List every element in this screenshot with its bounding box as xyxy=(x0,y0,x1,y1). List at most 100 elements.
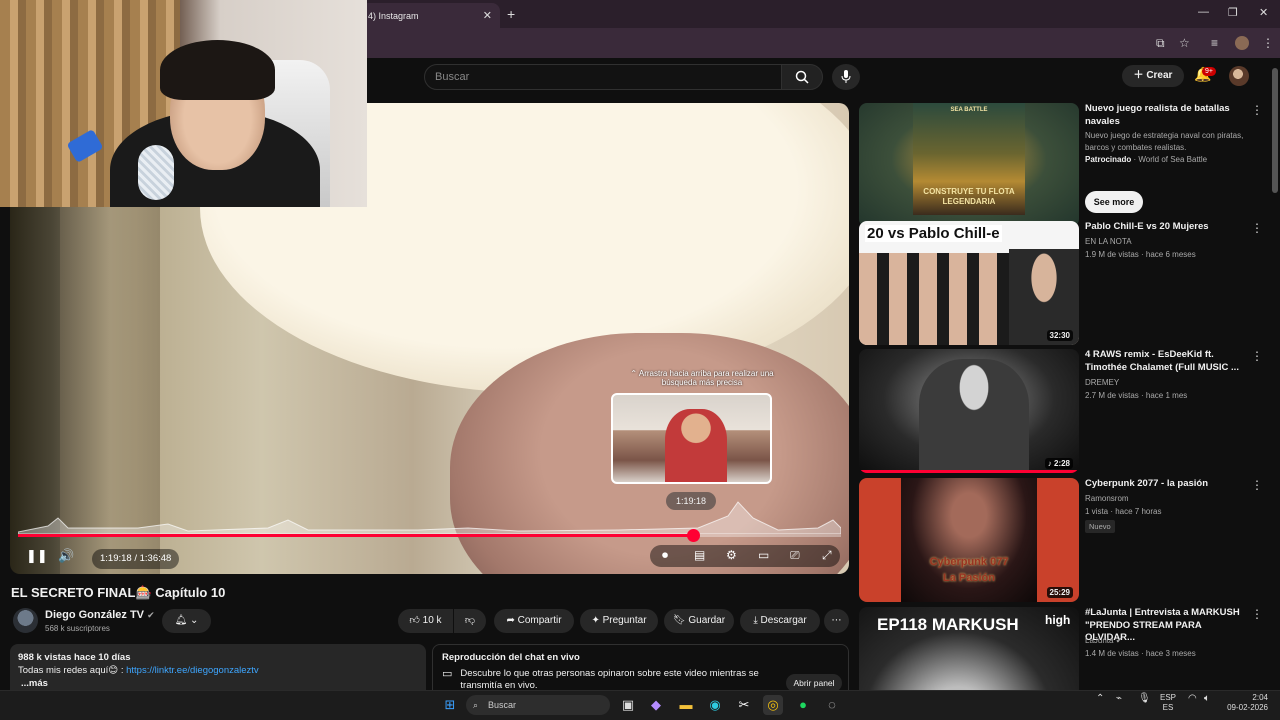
verified-icon: ✔ xyxy=(147,610,155,620)
page-scrollbar[interactable] xyxy=(1270,58,1280,690)
seek-preview-thumbnail xyxy=(611,393,772,484)
media-control-icon[interactable]: ≡ xyxy=(1211,36,1218,50)
close-window-button[interactable]: ✕ xyxy=(1259,6,1268,19)
share-button[interactable]: ➦ Compartir xyxy=(494,609,574,633)
linktree-link[interactable]: https://linktr.ee/diegogonzaleztv xyxy=(126,665,259,676)
profile-avatar-icon[interactable] xyxy=(1235,36,1249,50)
subscribe-bell-button[interactable]: 🔔︎ ⌄ xyxy=(162,609,211,633)
clock[interactable]: 2:04 09-02-2026 xyxy=(1224,693,1268,713)
duration-badge: 25:29 xyxy=(1046,587,1073,598)
rec-thumbnail[interactable]: 20 vs Pablo Chill-e 32:30 xyxy=(859,221,1079,345)
taskbar-search[interactable]: ⌕ Buscar xyxy=(466,695,610,715)
rec-title[interactable]: Nuevo juego realista de batallas navales xyxy=(1085,103,1245,128)
browser-menu-icon[interactable]: ⋮ xyxy=(1262,36,1274,50)
rec-thumbnail[interactable]: EP118 MARKUSH high xyxy=(859,607,1079,690)
app-icon[interactable]: ◌ xyxy=(822,695,842,715)
wifi-icon[interactable]: ◠ xyxy=(1188,693,1197,704)
ad-thumbnail[interactable]: SEA BATTLE CONSTRUYE TU FLOTA LEGENDARIA xyxy=(859,103,1079,227)
bookmark-star-icon[interactable]: ☆ xyxy=(1179,36,1190,50)
restore-button[interactable]: ❐ xyxy=(1228,6,1238,19)
scrollbar-thumb[interactable] xyxy=(1272,68,1278,193)
fullscreen-icon[interactable]: ⤢ xyxy=(822,548,832,563)
tray-chevron-icon[interactable]: ⌃ xyxy=(1096,693,1104,704)
rec-meta: 1.9 M de vistas · hace 6 meses xyxy=(1085,250,1196,259)
new-tab-button[interactable]: + xyxy=(507,6,515,22)
cast-icon[interactable]: ⎚ xyxy=(790,548,800,563)
chat-title: Reproducción del chat en vivo xyxy=(442,652,580,663)
download-button[interactable]: ⤓ Descargar xyxy=(740,609,820,633)
account-avatar[interactable] xyxy=(1229,66,1249,86)
thumb-text-1: Cyberpunk 077 xyxy=(929,556,1009,568)
chevron-down-icon: ⌄ xyxy=(190,615,199,626)
edge-icon[interactable]: ◉ xyxy=(705,695,725,715)
rec-item-4[interactable]: EP118 MARKUSH high #LaJunta | Entrevista… xyxy=(859,607,1269,690)
install-app-icon[interactable]: ⧉ xyxy=(1156,36,1165,51)
mic-tray-icon[interactable]: 🎙︎ xyxy=(1138,693,1151,704)
pause-button[interactable]: ❚❚ xyxy=(26,548,48,564)
tab-instagram[interactable]: 4) Instagram ✕ xyxy=(360,3,500,28)
autoplay-toggle-icon[interactable]: ⏺ xyxy=(662,548,668,563)
see-more-button[interactable]: See more xyxy=(1085,191,1143,213)
search-button[interactable] xyxy=(781,64,823,90)
file-explorer-icon[interactable]: ▬ xyxy=(676,695,696,715)
more-vert-icon[interactable]: ⋮ xyxy=(1251,349,1263,363)
thumb-overlay-text: EP118 MARKUSH xyxy=(877,615,1019,634)
ask-button[interactable]: ✦ Preguntar xyxy=(580,609,658,633)
theater-mode-icon[interactable]: ▭ xyxy=(758,548,769,562)
verified-icon: ✔ xyxy=(1115,636,1123,645)
webcam-microphone xyxy=(138,145,174,200)
create-button[interactable]: ＋ Crear xyxy=(1122,65,1184,87)
thumb-logo: high xyxy=(1045,613,1071,627)
capcut-icon[interactable]: ✂ xyxy=(734,695,754,715)
duration-badge: ♪ 2:28 xyxy=(1044,458,1073,469)
windows-start-icon[interactable]: ⊞ xyxy=(440,695,460,715)
channel-name[interactable]: Diego González TV ✔ xyxy=(45,609,155,621)
player-right-controls: ⏺ ▤ ⚙ ▭ ⎚ ⤢ xyxy=(650,545,840,567)
rec-channel[interactable]: EN LA NOTA xyxy=(1085,236,1255,248)
more-vert-icon[interactable]: ⋮ xyxy=(1251,221,1263,235)
webcam-person-hair xyxy=(160,40,275,100)
chrome-icon[interactable]: ◎ xyxy=(763,695,783,715)
minimize-button[interactable]: — xyxy=(1198,6,1209,18)
thumb-overlay-text: 20 vs Pablo Chill-e xyxy=(865,225,1002,242)
tab-close-icon[interactable]: ✕ xyxy=(483,9,492,22)
channel-avatar[interactable] xyxy=(13,608,38,633)
copilot-icon[interactable]: ◆ xyxy=(646,695,666,715)
rec-meta: 1 vista · hace 7 horas xyxy=(1085,507,1162,516)
task-view-icon[interactable]: ▣ xyxy=(618,695,638,715)
spotify-icon[interactable]: ● xyxy=(793,695,813,715)
search-input[interactable]: Buscar xyxy=(424,64,782,90)
duration-badge: 32:30 xyxy=(1046,330,1073,341)
rec-title[interactable]: 4 RAWS remix - EsDeeKid ft. Timothée Cha… xyxy=(1085,349,1245,374)
volume-icon[interactable]: 🔊 xyxy=(58,548,74,564)
settings-gear-icon[interactable]: ⚙ xyxy=(726,548,737,562)
more-vert-icon[interactable]: ⋮ xyxy=(1251,607,1263,621)
more-vert-icon[interactable]: ⋮ xyxy=(1251,103,1263,117)
rec-thumbnail[interactable]: ♪ 2:28 xyxy=(859,349,1079,473)
language-indicator[interactable]: ESP ES xyxy=(1160,693,1176,713)
sparkle-icon: ✦ xyxy=(591,615,603,626)
progress-played xyxy=(18,534,693,537)
dislike-button[interactable]: 👎︎ xyxy=(454,609,486,633)
search-icon xyxy=(795,70,809,84)
voice-search-button[interactable] xyxy=(832,64,860,90)
more-vert-icon[interactable]: ⋮ xyxy=(1251,478,1263,492)
network-icon[interactable]: ⌁ xyxy=(1116,693,1122,704)
ad-description: Nuevo juego de estrategia naval con pira… xyxy=(1085,131,1244,152)
progress-scrubber[interactable] xyxy=(686,529,700,542)
rec-title[interactable]: Cyberpunk 2077 - la pasión xyxy=(1085,478,1245,491)
save-button[interactable]: 🔖︎ Guardar xyxy=(664,609,734,633)
rec-channel[interactable]: Ramonsrom xyxy=(1085,493,1255,505)
rec-thumbnail[interactable]: Cyberpunk 077 La Pasión 25:29 xyxy=(859,478,1079,602)
plus-icon: ＋ xyxy=(1133,70,1147,81)
subtitles-icon[interactable]: ▤ xyxy=(694,548,705,562)
rec-channel[interactable]: DREMEY xyxy=(1085,377,1255,389)
preview-person xyxy=(665,409,727,482)
drag-hint: ⌃ Arrastra hacia arriba para realizar un… xyxy=(630,369,774,387)
show-more-link[interactable]: ...más xyxy=(18,677,418,690)
like-button[interactable]: 👍︎ 10 k xyxy=(398,609,453,633)
rec-channel: LaJunta ✔ xyxy=(1085,636,1123,645)
volume-tray-icon[interactable]: 🔈︎ xyxy=(1204,693,1210,704)
rec-title[interactable]: Pablo Chill-E vs 20 Mujeres xyxy=(1085,221,1245,234)
more-actions-button[interactable]: ⋯ xyxy=(824,609,849,633)
